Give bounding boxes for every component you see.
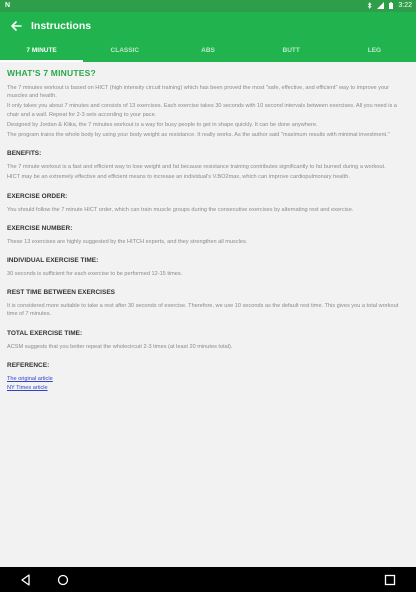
intro-paragraph: Designed by Jordan & Klika, the 7 minute… — [7, 121, 318, 128]
tab-leg[interactable]: LEG — [333, 40, 416, 62]
signal-icon — [377, 2, 385, 9]
exercise-time-paragraph: 30 seconds is sufficient for each exerci… — [7, 271, 183, 278]
status-icons: 3:22 — [367, 2, 412, 9]
tab-7-minute[interactable]: 7 MINUTE — [0, 40, 84, 62]
original-article-link[interactable]: The original article — [7, 375, 409, 384]
benefits-paragraph: The 7 minute workout is a fast and effic… — [7, 164, 386, 171]
total-time-title: TOTAL EXERCISE TIME: — [7, 329, 83, 337]
reference-links: The original article NY Times article — [7, 375, 409, 393]
app-bar: Instructions — [0, 12, 416, 40]
page-title: Instructions — [31, 20, 92, 32]
exercise-number-title: EXERCISE NUMBER: — [7, 224, 73, 232]
tab-butt[interactable]: BUTT — [250, 40, 333, 62]
clock: 3:22 — [398, 2, 412, 9]
intro-paragraph: The 7 minutes workout is based on HICT (… — [7, 85, 390, 100]
intro-paragraph: The program trains the whole body by usi… — [7, 132, 390, 139]
triangle-back-icon[interactable] — [18, 572, 34, 588]
circle-home-icon[interactable] — [55, 572, 71, 588]
notification-icon: N — [5, 2, 11, 9]
status-bar: N 3:22 — [0, 0, 416, 12]
navigation-bar — [0, 567, 416, 592]
intro-paragraph: It only takes you about 7 minutes and co… — [7, 103, 397, 118]
exercise-order-title: EXERCISE ORDER: — [7, 192, 68, 200]
rest-time-title: REST TIME BETWEEN EXERCISES — [7, 289, 115, 297]
tab-classic[interactable]: CLASSIC — [83, 40, 166, 62]
instructions-content[interactable]: WHAT'S 7 MINUTES? The 7 minutes workout … — [0, 62, 416, 567]
total-time-paragraph: ACSM suggests that you better repeat the… — [7, 343, 233, 350]
ny-times-article-link[interactable]: NY Times article — [7, 384, 409, 393]
exercise-number-paragraph: These 13 exercises are highly suggested … — [7, 238, 248, 245]
benefits-title: BENEFITS: — [7, 150, 42, 158]
tab-bar: 7 MINUTE CLASSIC ABS BUTT LEG — [0, 40, 416, 62]
section-heading: WHAT'S 7 MINUTES? — [7, 68, 96, 78]
benefits-paragraph: HICT may be an extremely effective and e… — [7, 174, 350, 181]
arrow-back-icon[interactable] — [8, 18, 24, 34]
exercise-time-title: INDIVIDUAL EXERCISE TIME: — [7, 257, 99, 265]
bluetooth-icon — [368, 2, 372, 9]
rest-time-paragraph: It is considered more suitable to take a… — [7, 303, 399, 318]
reference-title: REFERENCE: — [7, 361, 50, 369]
square-recents-icon[interactable] — [382, 572, 398, 588]
battery-icon — [389, 2, 394, 9]
exercise-order-paragraph: You should follow the 7 minute HICT orde… — [7, 206, 354, 213]
tab-abs[interactable]: ABS — [166, 40, 249, 62]
